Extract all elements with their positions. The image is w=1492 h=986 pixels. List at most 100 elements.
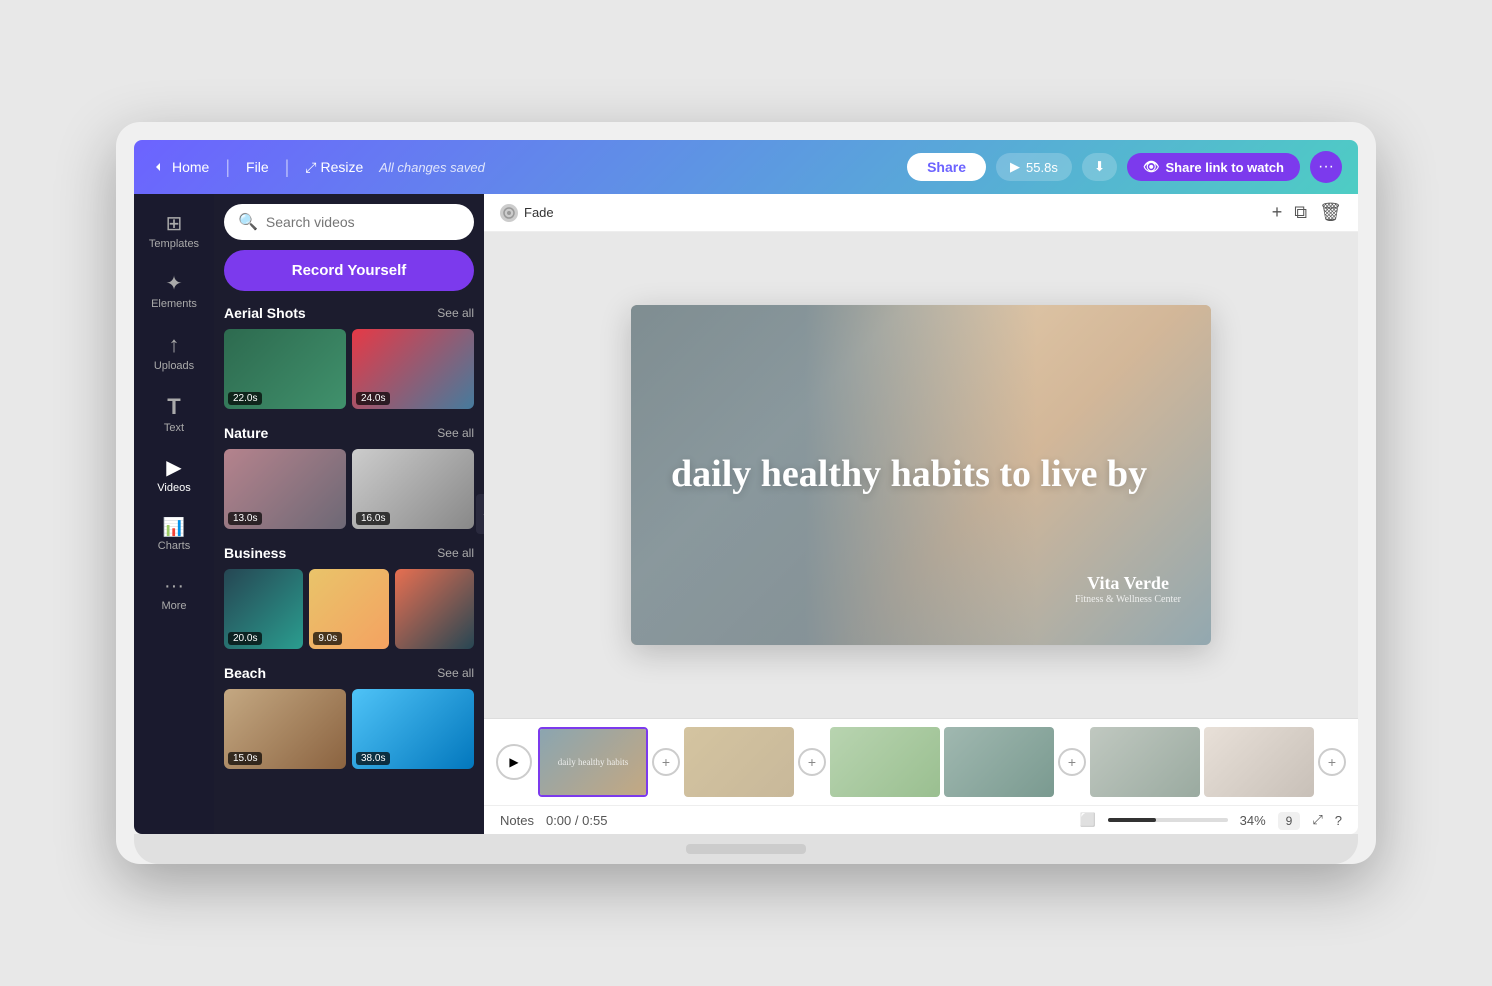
- divider2: |: [285, 157, 290, 178]
- share-link-label: Share link to watch: [1166, 160, 1284, 175]
- timeline-thumb-2: [684, 727, 794, 797]
- download-button[interactable]: ⬇: [1082, 153, 1117, 181]
- sidebar-item-text[interactable]: T Text: [134, 386, 214, 444]
- timeline-slide-5[interactable]: [1090, 727, 1200, 797]
- beach-section-title: Beach: [224, 665, 266, 681]
- business-video-2[interactable]: 9.0s: [309, 569, 388, 649]
- videos-label: Videos: [157, 482, 190, 494]
- monitor-view-button[interactable]: ⬜: [1079, 812, 1095, 828]
- nature-see-all[interactable]: See all: [437, 426, 474, 440]
- canvas-area: Fade + ⧉ 🗑: [484, 194, 1358, 834]
- aerial-see-all[interactable]: See all: [437, 306, 474, 320]
- aerial-video-2[interactable]: 24.0s: [352, 329, 474, 409]
- timeline-play-button[interactable]: ▶: [496, 744, 532, 780]
- timeline-thumb-6: [1204, 727, 1314, 797]
- charts-label: Charts: [158, 540, 190, 552]
- beach-section-header: Beach See all: [224, 665, 474, 681]
- aerial-section-title: Aerial Shots: [224, 305, 306, 321]
- main-content: ⊞ Templates ✦ Elements ↑ Uploads T Text …: [134, 194, 1358, 834]
- timeline-slide-1[interactable]: daily healthy habits: [538, 727, 648, 797]
- slide-preview: daily healthy habits to live by Vita Ver…: [631, 305, 1211, 645]
- business-video-3[interactable]: [395, 569, 474, 649]
- aerial-duration-2: 24.0s: [356, 392, 390, 405]
- eye-icon: 👁: [1143, 159, 1160, 175]
- panel-collapse-button[interactable]: ‹: [476, 494, 484, 534]
- page-indicator: 9: [1278, 812, 1301, 830]
- timeline: ▶ daily healthy habits + +: [484, 718, 1358, 805]
- zoom-level: 34%: [1240, 813, 1266, 828]
- templates-icon: ⊞: [166, 214, 183, 234]
- charts-icon: 📊: [163, 518, 185, 536]
- business-see-all[interactable]: See all: [437, 546, 474, 560]
- beach-video-1[interactable]: 15.0s: [224, 689, 346, 769]
- text-icon: T: [167, 396, 180, 418]
- file-button[interactable]: File: [246, 159, 269, 175]
- more-icon: ···: [164, 576, 184, 596]
- timeline-slide-3[interactable]: [830, 727, 940, 797]
- sidebar-item-templates[interactable]: ⊞ Templates: [134, 204, 214, 260]
- search-input[interactable]: [266, 214, 460, 230]
- record-yourself-button[interactable]: Record Yourself: [224, 250, 474, 291]
- notes-label[interactable]: Notes: [500, 813, 534, 828]
- back-icon: [150, 159, 166, 175]
- fade-indicator[interactable]: Fade: [500, 204, 554, 222]
- timeline-slide-6[interactable]: [1204, 727, 1314, 797]
- canvas-main: daily healthy habits to live by Vita Ver…: [484, 232, 1358, 718]
- slide-brand: Vita Verde Fitness & Wellness Center: [1075, 573, 1181, 605]
- top-bar-right: Share ▶ 55.8s ⬇ 👁 Share link to watch ··…: [907, 151, 1342, 183]
- laptop-shell: Home | File | ⤢ Resize All changes saved…: [116, 122, 1376, 864]
- add-slide-button[interactable]: +: [1272, 202, 1283, 223]
- play-time-button[interactable]: ▶ 55.8s: [996, 153, 1072, 181]
- nature-video-2[interactable]: 16.0s: [352, 449, 474, 529]
- uploads-label: Uploads: [154, 360, 194, 372]
- help-button[interactable]: ?: [1335, 813, 1342, 828]
- fade-label: Fade: [524, 205, 554, 220]
- sidebar-item-elements[interactable]: ✦ Elements: [134, 264, 214, 320]
- timeline-add-2[interactable]: +: [798, 748, 826, 776]
- divider1: |: [225, 157, 230, 178]
- canvas-toolbar: Fade + ⧉ 🗑: [484, 194, 1358, 232]
- more-label: More: [161, 600, 186, 612]
- playback-progress[interactable]: [1108, 818, 1228, 822]
- home-button[interactable]: Home: [150, 159, 209, 175]
- aerial-video-1[interactable]: 22.0s: [224, 329, 346, 409]
- timeline-slide-4[interactable]: [944, 727, 1054, 797]
- sidebar-item-uploads[interactable]: ↑ Uploads: [134, 324, 214, 382]
- brand-tagline: Fitness & Wellness Center: [1075, 594, 1181, 605]
- share-button[interactable]: Share: [907, 153, 986, 181]
- aerial-grid: 22.0s 24.0s: [224, 329, 474, 409]
- sidebar-item-videos[interactable]: ▶ Videos: [134, 448, 214, 504]
- beach-see-all[interactable]: See all: [437, 666, 474, 680]
- timeline-add-4[interactable]: +: [1318, 748, 1346, 776]
- search-bar: 🔍: [224, 204, 474, 240]
- business-section-title: Business: [224, 545, 286, 561]
- download-icon: ⬇: [1094, 159, 1105, 174]
- business-video-1[interactable]: 20.0s: [224, 569, 303, 649]
- timeline-slide-2[interactable]: [684, 727, 794, 797]
- text-label: Text: [164, 422, 184, 434]
- time-current: 0:00: [546, 813, 571, 828]
- sidebar-item-more[interactable]: ··· More: [134, 566, 214, 622]
- duplicate-button[interactable]: ⧉: [1294, 202, 1307, 223]
- share-link-button[interactable]: 👁 Share link to watch: [1127, 153, 1300, 181]
- beach-video-2[interactable]: 38.0s: [352, 689, 474, 769]
- resize-button[interactable]: ⤢ Resize: [305, 159, 363, 176]
- status-bar-right: ⬜ 34% 9 ⤢ ?: [1079, 812, 1342, 828]
- delete-button[interactable]: 🗑: [1319, 202, 1342, 223]
- page-indicator-button[interactable]: 9: [1278, 813, 1301, 828]
- timeline-add-1[interactable]: +: [652, 748, 680, 776]
- trackpad: [686, 844, 806, 854]
- fullscreen-button[interactable]: ⤢: [1312, 812, 1322, 828]
- nature-video-1[interactable]: 13.0s: [224, 449, 346, 529]
- more-options-button[interactable]: ···: [1310, 151, 1342, 183]
- laptop-bottom: [134, 834, 1358, 864]
- templates-label: Templates: [149, 238, 199, 250]
- timeline-add-3[interactable]: +: [1058, 748, 1086, 776]
- business-section-header: Business See all: [224, 545, 474, 561]
- timeline-thumb-3: [830, 727, 940, 797]
- sidebar-item-charts[interactable]: 📊 Charts: [134, 508, 214, 562]
- aerial-section-header: Aerial Shots See all: [224, 305, 474, 321]
- saved-indicator: All changes saved: [379, 160, 485, 175]
- beach-grid: 15.0s 38.0s: [224, 689, 474, 769]
- aerial-duration-1: 22.0s: [228, 392, 262, 405]
